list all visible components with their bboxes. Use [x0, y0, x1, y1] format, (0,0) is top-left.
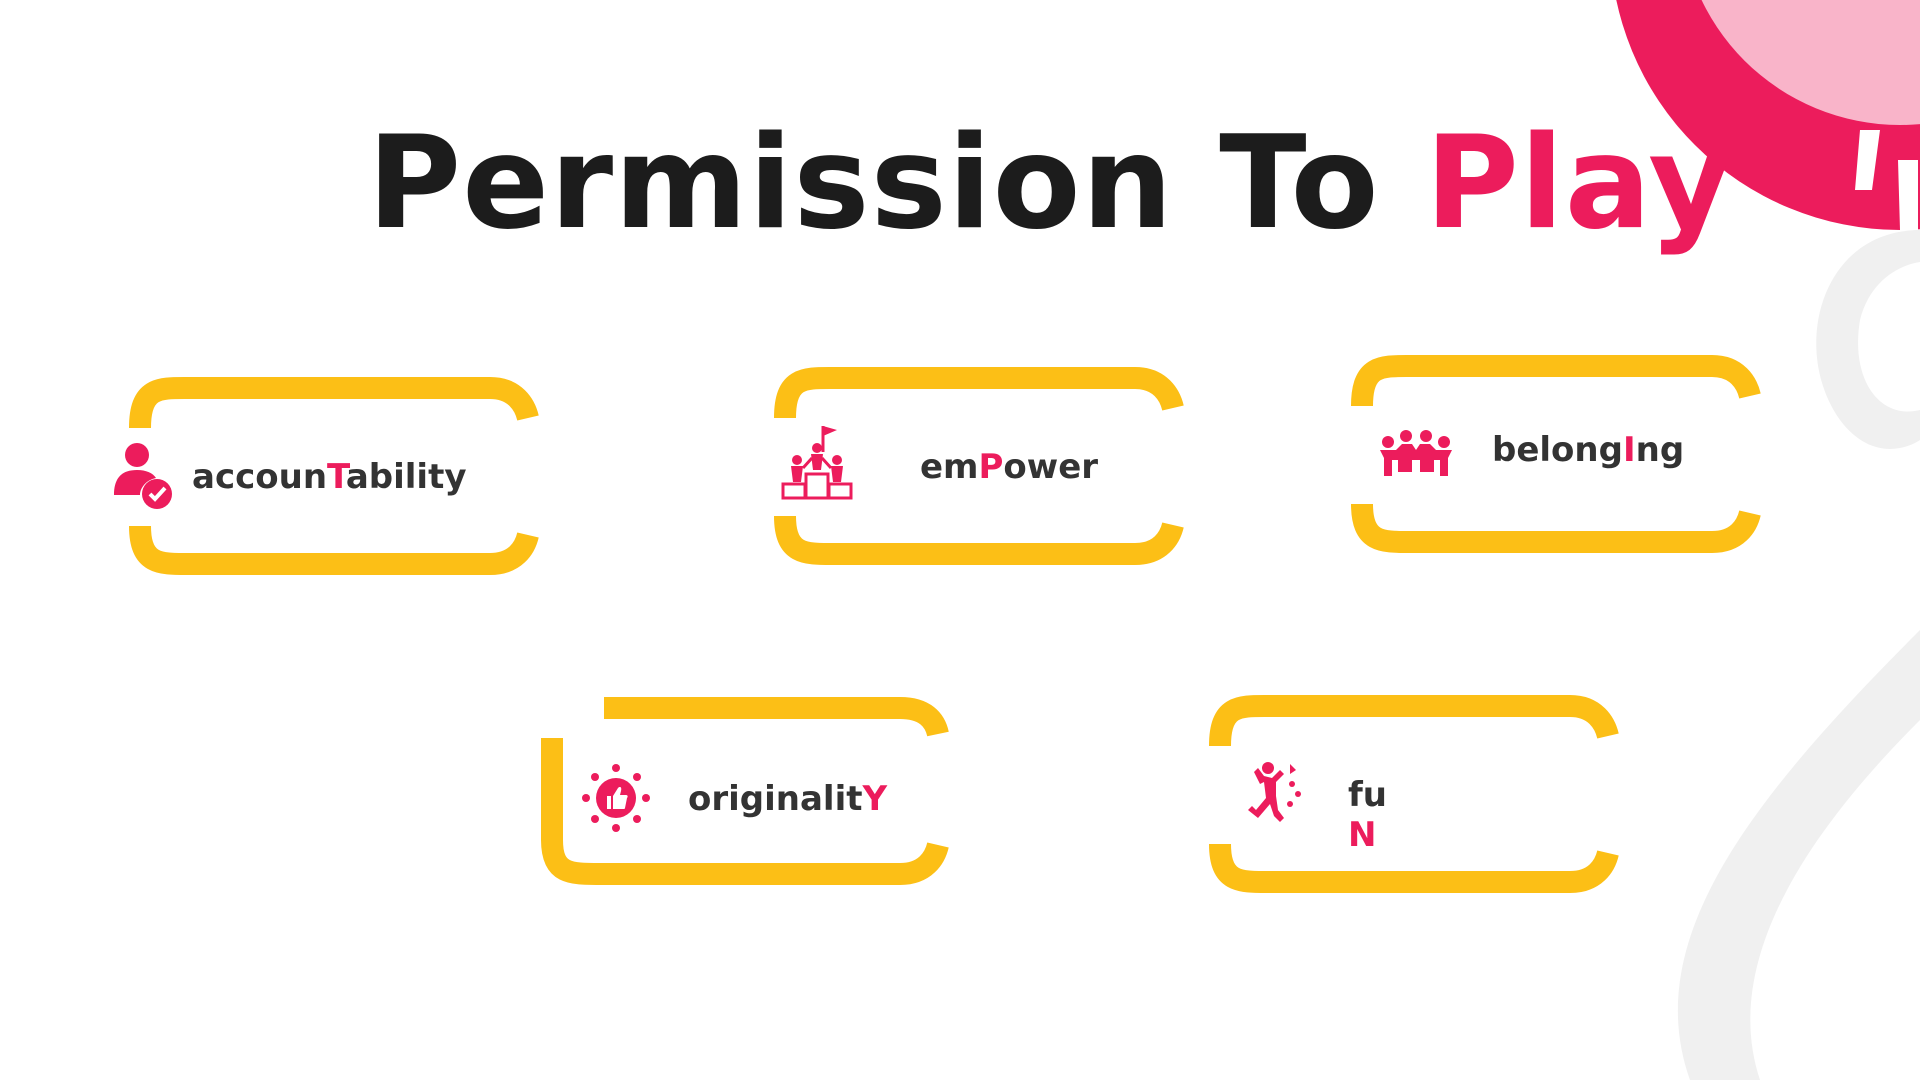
jumping-person-icon — [1248, 762, 1301, 822]
value-label: accounTability — [192, 460, 467, 494]
page-title: Permission To Play — [0, 120, 1920, 248]
value-label: emPower — [920, 450, 1098, 484]
thumbs-up-badge-icon — [582, 764, 650, 832]
label-part: em — [920, 447, 979, 487]
label-highlight: Y — [862, 779, 888, 819]
label-part: originalit — [688, 779, 863, 819]
value-label: belongIng — [1492, 433, 1684, 467]
label-part: ower — [1003, 447, 1099, 487]
label-highlight: N — [1348, 815, 1377, 855]
value-label: originalitY — [688, 782, 887, 816]
decor-gray-ribbon — [1677, 630, 1920, 1080]
label-part: fu — [1348, 775, 1387, 815]
label-highlight: T — [327, 457, 346, 497]
value-card-empower: emPower — [765, 366, 1185, 570]
user-check-icon — [114, 443, 172, 509]
label-highlight: I — [1622, 430, 1636, 470]
label-highlight: P — [978, 447, 1004, 487]
value-card-accountability: accounTability — [114, 376, 540, 580]
label-part: ability — [345, 457, 467, 497]
value-label: fu N — [1348, 778, 1387, 852]
people-group-icon — [1380, 430, 1452, 476]
team-summit-flag-icon — [781, 426, 853, 500]
title-accent: Play — [1425, 109, 1733, 258]
label-part: ng — [1635, 430, 1685, 470]
label-part: accoun — [192, 457, 328, 497]
title-main: Permission To — [367, 109, 1426, 258]
value-card-belonging: belongIng — [1342, 354, 1762, 558]
value-card-originality: originalitY — [530, 690, 950, 890]
value-card-fun: fu N — [1200, 694, 1620, 898]
label-part: belong — [1492, 430, 1623, 470]
decor-gray-arc — [1816, 230, 1920, 449]
